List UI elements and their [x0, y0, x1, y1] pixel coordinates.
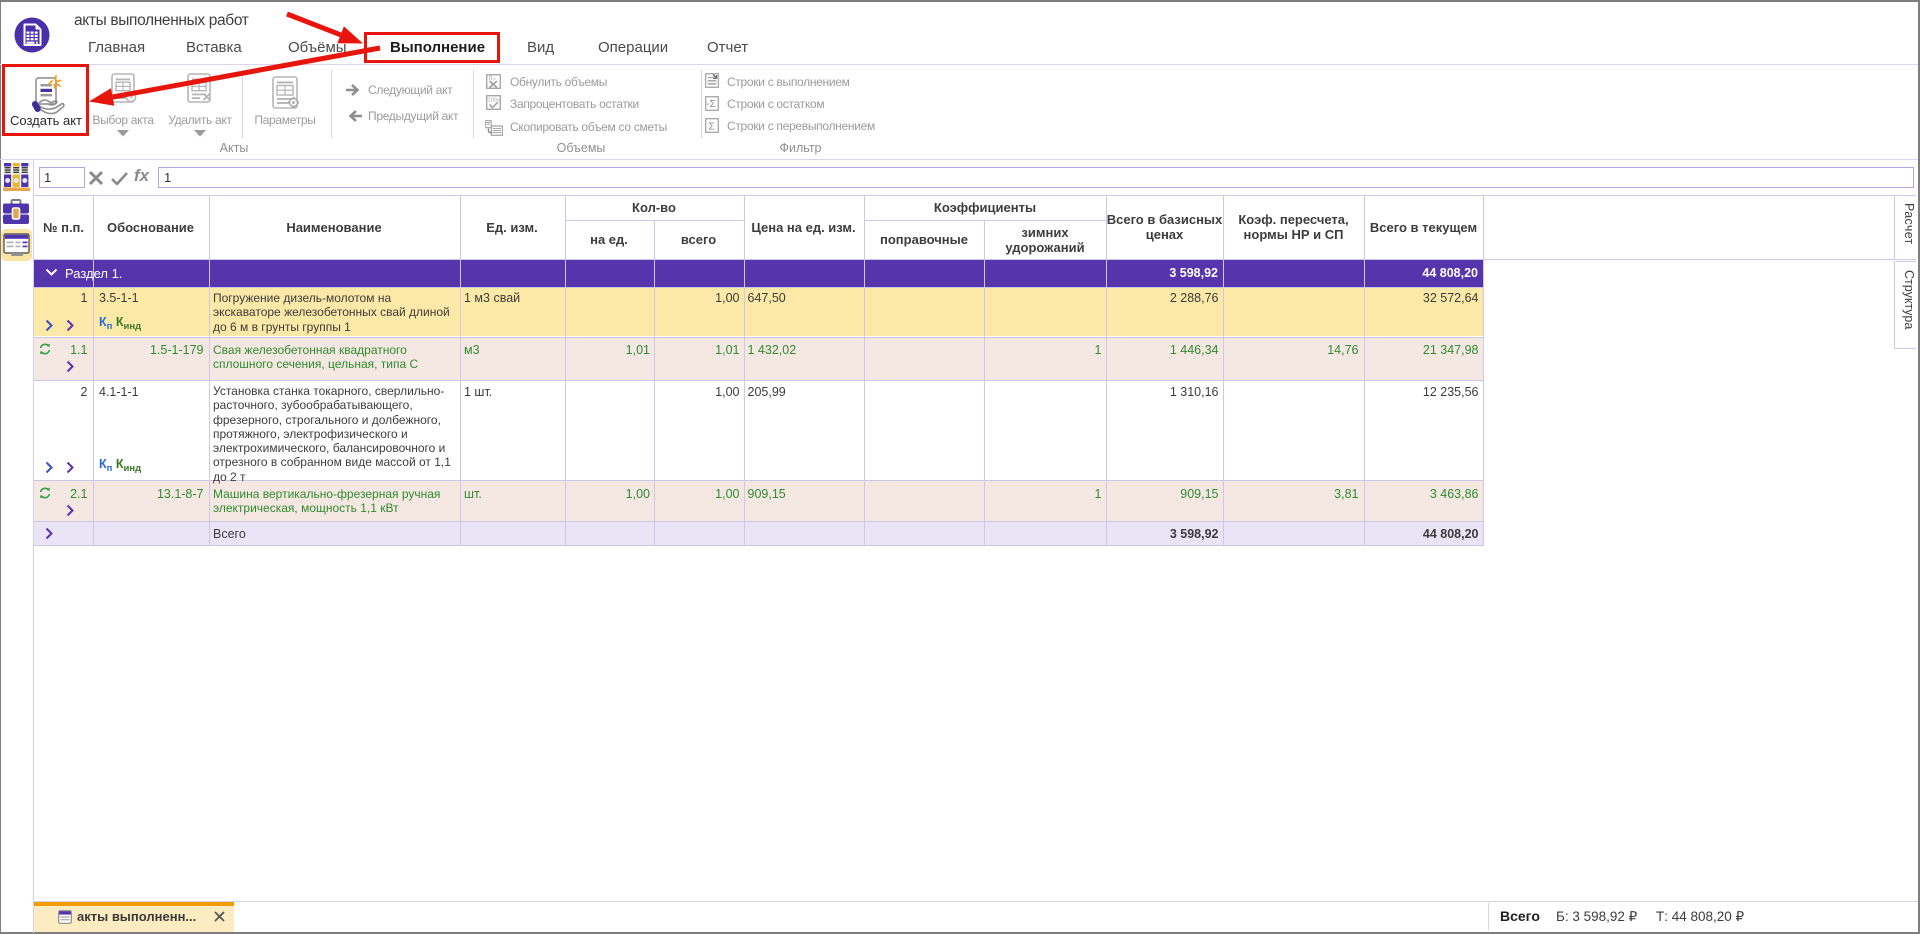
svg-text:%: %: [492, 76, 496, 81]
svg-text:Σ: Σ: [708, 121, 715, 133]
svg-text:-Σ: -Σ: [706, 99, 716, 110]
